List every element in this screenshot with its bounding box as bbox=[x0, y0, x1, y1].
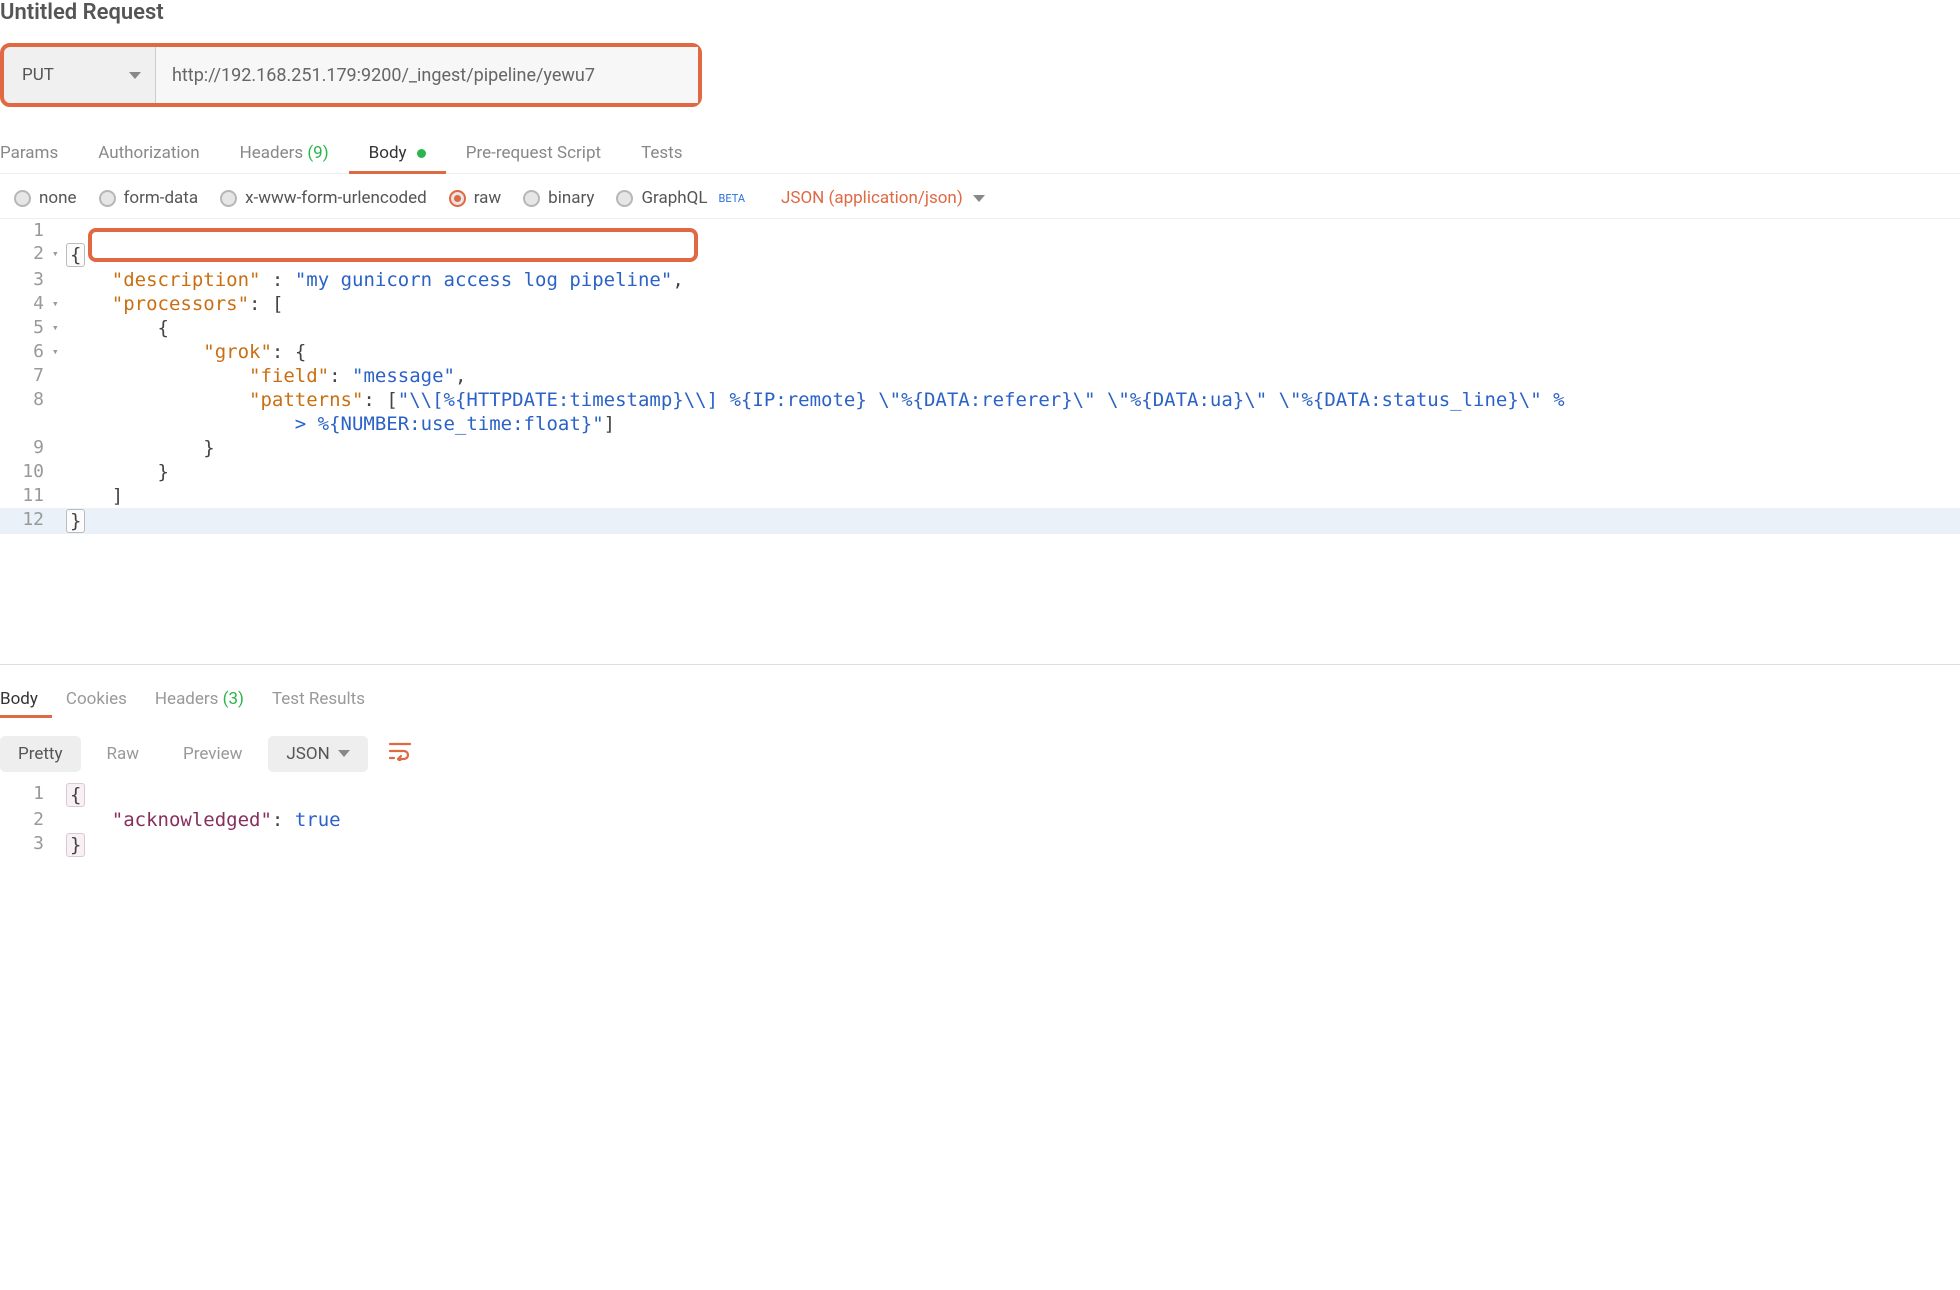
body-type-formdata-label: form-data bbox=[124, 188, 199, 208]
radio-icon bbox=[99, 190, 116, 207]
request-tabs: Params Authorization Headers (9) Body Pr… bbox=[0, 107, 1960, 174]
body-type-urlencoded-label: x-www-form-urlencoded bbox=[245, 188, 427, 208]
response-tab-body[interactable]: Body bbox=[0, 683, 52, 717]
response-tab-headers[interactable]: Headers (3) bbox=[141, 683, 258, 717]
response-body-editor[interactable]: 1 { 2 "acknowledged": true 3} bbox=[0, 782, 1960, 858]
body-type-raw[interactable]: raw bbox=[449, 188, 501, 208]
beta-badge: BETA bbox=[718, 192, 745, 205]
code-line: { bbox=[66, 316, 1960, 340]
body-type-graphql-label: GraphQL bbox=[641, 188, 707, 208]
pretty-button[interactable]: Pretty bbox=[0, 736, 81, 772]
line-number: 2 bbox=[0, 808, 52, 832]
line-number: 11 bbox=[0, 484, 52, 508]
request-name: Untitled Request bbox=[0, 0, 1960, 43]
highlight-box bbox=[88, 228, 698, 262]
body-type-binary-label: binary bbox=[548, 188, 594, 208]
code-line: "patterns": ["\\[%{HTTPDATE:timestamp}\\… bbox=[66, 388, 1960, 412]
radio-icon bbox=[14, 190, 31, 207]
code-line: } bbox=[66, 460, 1960, 484]
raw-button[interactable]: Raw bbox=[89, 736, 158, 772]
line-number bbox=[0, 412, 52, 436]
body-type-graphql[interactable]: GraphQL BETA bbox=[616, 188, 745, 208]
tab-body[interactable]: Body bbox=[349, 135, 446, 173]
radio-icon bbox=[616, 190, 633, 207]
body-type-raw-label: raw bbox=[474, 188, 501, 208]
response-tab-headers-label: Headers bbox=[155, 689, 219, 709]
code-line: } bbox=[66, 436, 1960, 460]
code-line: ] bbox=[66, 484, 1960, 508]
line-number: 1 bbox=[0, 219, 52, 242]
tab-tests[interactable]: Tests bbox=[621, 135, 702, 173]
fold-icon[interactable]: ▾ bbox=[52, 316, 66, 340]
chevron-down-icon bbox=[129, 72, 141, 79]
fold-icon[interactable]: ▾ bbox=[52, 340, 66, 364]
method-label: PUT bbox=[22, 65, 54, 85]
body-type-row: none form-data x-www-form-urlencoded raw… bbox=[0, 174, 1960, 218]
chevron-down-icon bbox=[973, 195, 985, 202]
tab-prerequest[interactable]: Pre-request Script bbox=[446, 135, 621, 173]
tab-headers-count: (9) bbox=[307, 143, 328, 163]
body-type-urlencoded[interactable]: x-www-form-urlencoded bbox=[220, 188, 427, 208]
line-number: 3 bbox=[0, 268, 52, 292]
response-toolbar: Pretty Raw Preview JSON bbox=[0, 717, 1960, 782]
line-number: 10 bbox=[0, 460, 52, 484]
line-number: 5 bbox=[0, 316, 52, 340]
response-tab-cookies[interactable]: Cookies bbox=[52, 683, 141, 717]
url-input[interactable]: http://192.168.251.179:9200/_ingest/pipe… bbox=[156, 47, 698, 103]
body-type-none[interactable]: none bbox=[14, 188, 77, 208]
request-body-editor[interactable]: 1 2▾{ 3 "description" : "my gunicorn acc… bbox=[0, 218, 1960, 534]
tab-headers-label: Headers bbox=[240, 143, 304, 163]
code-line: } bbox=[66, 832, 1960, 858]
code-line: "field": "message", bbox=[66, 364, 1960, 388]
response-headers-count: (3) bbox=[223, 689, 244, 709]
radio-icon bbox=[449, 190, 466, 207]
code-line: { bbox=[66, 782, 1960, 808]
line-number: 3 bbox=[0, 832, 52, 858]
response-tab-tests[interactable]: Test Results bbox=[258, 683, 379, 717]
radio-icon bbox=[523, 190, 540, 207]
tab-authorization[interactable]: Authorization bbox=[78, 135, 219, 173]
line-number: 7 bbox=[0, 364, 52, 388]
wrap-lines-icon[interactable] bbox=[376, 735, 424, 772]
code-line: "grok": { bbox=[66, 340, 1960, 364]
code-line: } bbox=[66, 508, 1960, 534]
code-line: "description" : "my gunicorn access log … bbox=[66, 268, 1960, 292]
content-type-label: JSON (application/json) bbox=[781, 188, 963, 208]
line-number: 6 bbox=[0, 340, 52, 364]
content-type-select[interactable]: JSON (application/json) bbox=[781, 188, 985, 208]
response-format-label: JSON bbox=[286, 744, 329, 764]
line-number: 1 bbox=[0, 782, 52, 808]
body-type-none-label: none bbox=[39, 188, 77, 208]
chevron-down-icon bbox=[338, 750, 350, 757]
url-bar: PUT http://192.168.251.179:9200/_ingest/… bbox=[0, 43, 702, 107]
body-type-binary[interactable]: binary bbox=[523, 188, 594, 208]
response-tabs: Body Cookies Headers (3) Test Results bbox=[0, 683, 1960, 717]
tab-params[interactable]: Params bbox=[0, 135, 78, 173]
line-number: 12 bbox=[0, 508, 52, 534]
line-number: 2 bbox=[0, 242, 52, 268]
code-line: "processors": [ bbox=[66, 292, 1960, 316]
line-number: 4 bbox=[0, 292, 52, 316]
line-number: 9 bbox=[0, 436, 52, 460]
dot-icon bbox=[417, 149, 426, 158]
tab-headers[interactable]: Headers (9) bbox=[220, 135, 349, 173]
tab-body-label: Body bbox=[369, 143, 407, 163]
method-select[interactable]: PUT bbox=[4, 47, 156, 103]
body-type-formdata[interactable]: form-data bbox=[99, 188, 199, 208]
radio-icon bbox=[220, 190, 237, 207]
response-format-select[interactable]: JSON bbox=[268, 736, 367, 772]
code-line: > %{NUMBER:use_time:float}"] bbox=[66, 412, 1960, 436]
fold-icon[interactable]: ▾ bbox=[52, 292, 66, 316]
line-number: 8 bbox=[0, 388, 52, 412]
fold-icon[interactable]: ▾ bbox=[52, 242, 66, 268]
preview-button[interactable]: Preview bbox=[165, 736, 260, 772]
code-line: "acknowledged": true bbox=[66, 808, 1960, 832]
